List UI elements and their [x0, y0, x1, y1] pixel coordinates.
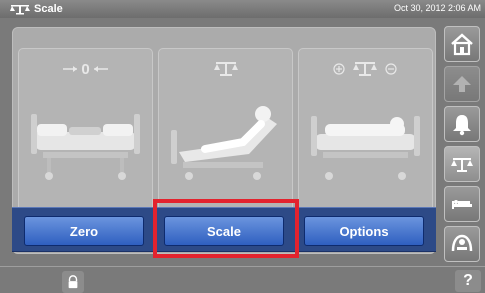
- bottom-bar: ?: [0, 266, 485, 293]
- action-button-bar: Zero Scale Options: [12, 207, 436, 252]
- bed-exit-icon: [451, 234, 473, 252]
- lock-button[interactable]: [62, 271, 84, 293]
- alarm-bell-icon: [453, 115, 471, 136]
- bed-with-patient-icon: [311, 116, 420, 180]
- zero-arrows-icon: 0: [63, 61, 108, 78]
- home-icon: [451, 33, 473, 56]
- bed-exit-button[interactable]: [444, 226, 480, 262]
- scale-icon: [214, 62, 238, 76]
- title-bar: Scale Oct 30, 2012 2:06 AM: [0, 0, 485, 18]
- zero-glyph-text: 0: [81, 61, 89, 78]
- options-button[interactable]: Options: [304, 216, 424, 246]
- page-title: Scale: [34, 3, 63, 15]
- lock-icon: [68, 275, 78, 289]
- datetime: Oct 30, 2012 2:06 AM: [393, 3, 481, 13]
- scale-nav-button[interactable]: [444, 146, 480, 182]
- sidebar: [442, 22, 485, 272]
- help-button[interactable]: ?: [455, 270, 481, 292]
- bed-inclined-icon: [171, 106, 277, 180]
- scale-plus-minus-icon: [333, 62, 397, 76]
- scale-button[interactable]: Scale: [164, 216, 284, 246]
- bed-up-button[interactable]: [444, 66, 480, 102]
- bed-up-icon: [453, 76, 471, 92]
- bed-position-icon: [452, 200, 472, 209]
- scale-icon: [451, 158, 473, 172]
- scale-icon: [10, 5, 30, 15]
- alarm-button[interactable]: [444, 106, 480, 142]
- home-button[interactable]: [444, 26, 480, 62]
- bed-flat-icon: [31, 114, 140, 180]
- bed-position-button[interactable]: [444, 186, 480, 222]
- zero-button[interactable]: Zero: [24, 216, 144, 246]
